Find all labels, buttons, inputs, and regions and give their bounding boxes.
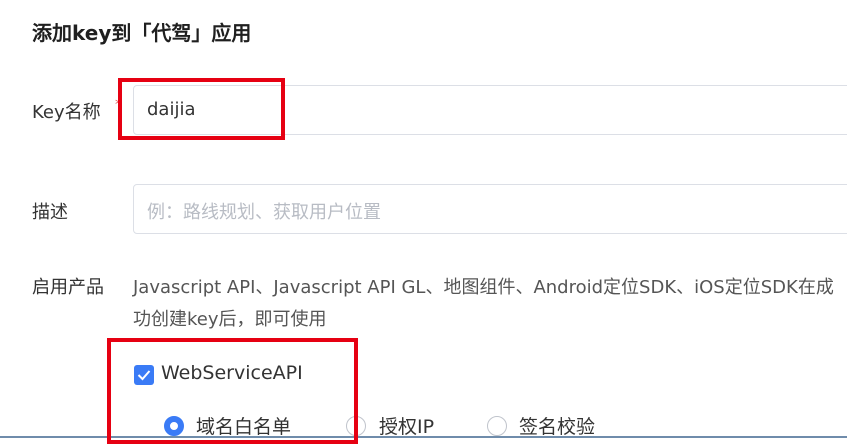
key-name-label: Key名称 bbox=[32, 102, 101, 123]
radio-signature-verify[interactable] bbox=[487, 416, 507, 436]
dialog-title: 添加key到「代驾」应用 bbox=[32, 21, 252, 45]
highlight-box-webservice bbox=[107, 338, 358, 444]
add-key-dialog: 添加key到「代驾」应用 Key名称 * daijia 描述 例：路线规划、获取… bbox=[0, 0, 847, 444]
description-placeholder: 例：路线规划、获取用户位置 bbox=[147, 202, 381, 223]
description-label: 描述 bbox=[32, 202, 68, 223]
highlight-box-key-name bbox=[118, 78, 285, 140]
radio-authorized-ip-label[interactable]: 授权IP bbox=[379, 412, 434, 439]
products-label: 启用产品 bbox=[32, 277, 104, 298]
products-description: Javascript API、Javascript API GL、地图组件、An… bbox=[133, 277, 834, 330]
radio-signature-verify-label[interactable]: 签名校验 bbox=[519, 412, 595, 439]
description-input[interactable]: 例：路线规划、获取用户位置 bbox=[133, 184, 847, 234]
